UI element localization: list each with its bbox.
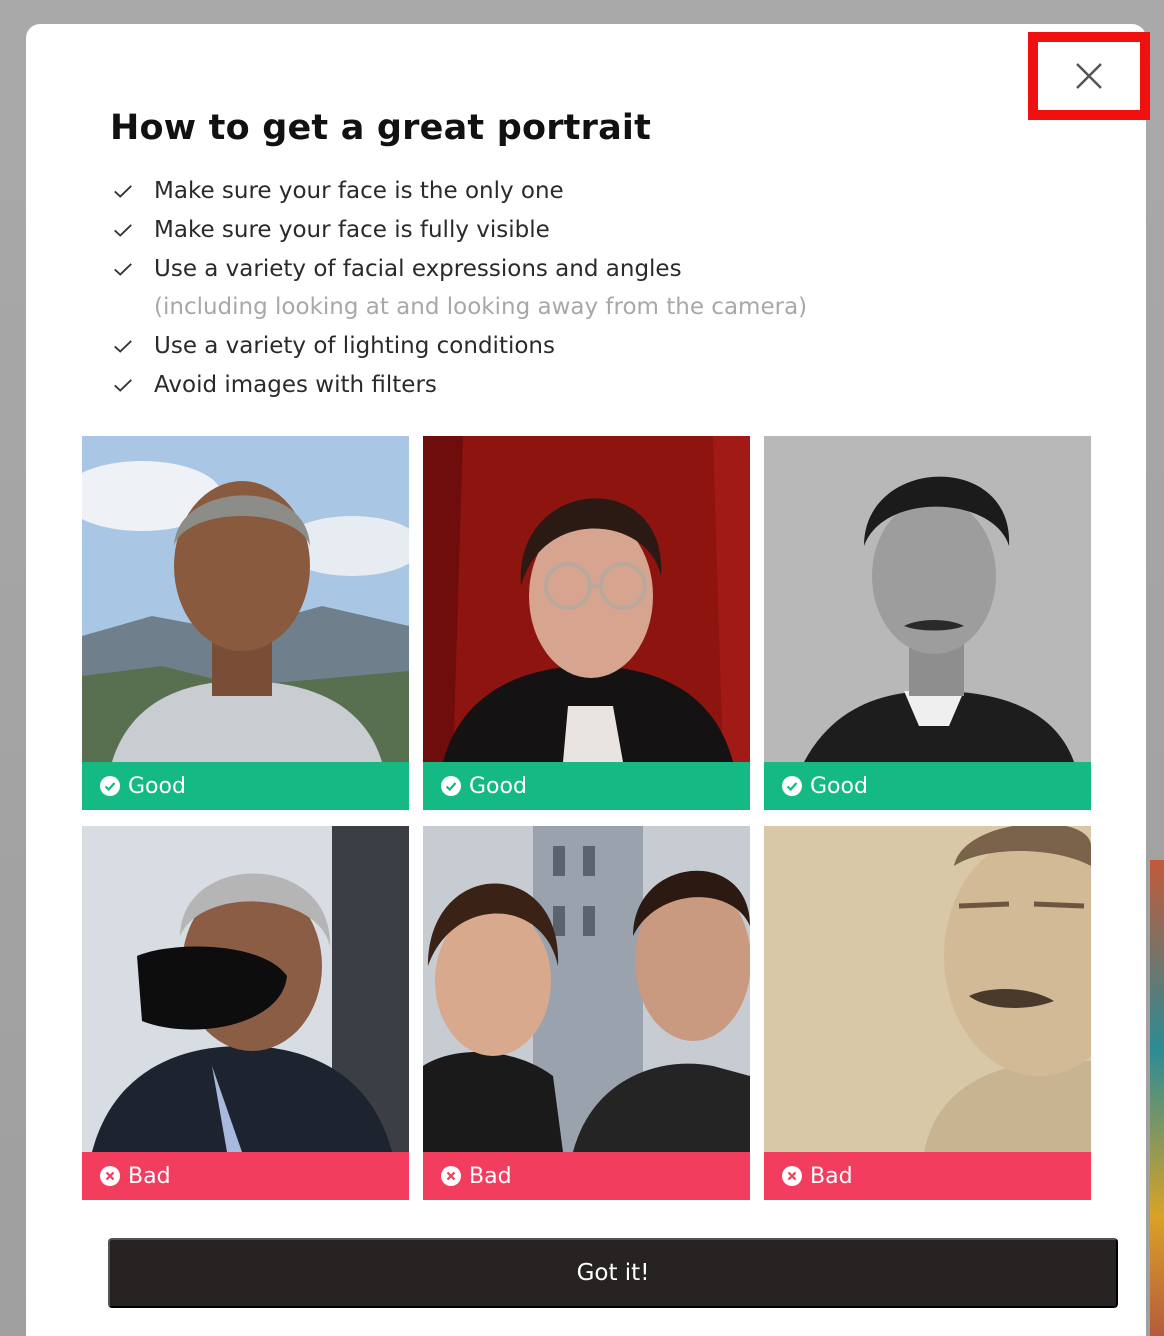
x-circle-icon: [100, 1166, 120, 1186]
checkmark-icon: [112, 254, 138, 284]
status-label: Good: [469, 773, 527, 799]
close-button[interactable]: [1028, 32, 1150, 120]
example-card-bad: Bad: [82, 826, 409, 1200]
portrait-black-and-white-vintage-photo: [764, 436, 1091, 762]
status-label: Bad: [810, 1163, 853, 1189]
example-card-good: Good: [82, 436, 409, 810]
example-card-good: Good: [423, 436, 750, 810]
tip-text: Use a variety of lighting conditions: [154, 333, 555, 359]
tip-item: Make sure your face is the only one: [112, 176, 872, 206]
status-label: Bad: [128, 1163, 171, 1189]
status-badge: Good: [82, 762, 409, 810]
portrait-face-mask-photo: [82, 826, 409, 1152]
status-badge: Good: [764, 762, 1091, 810]
got-it-button[interactable]: Got it!: [108, 1238, 1118, 1308]
portrait-cropped-sepia-photo: [764, 826, 1091, 1152]
status-label: Good: [128, 773, 186, 799]
checkmark-icon: [112, 331, 138, 361]
tip-item: Use a variety of facial expressions and …: [112, 254, 872, 322]
example-card-bad: Bad: [423, 826, 750, 1200]
close-icon: [1076, 63, 1102, 89]
status-badge: Bad: [423, 1152, 750, 1200]
tip-text: Make sure your face is fully visible: [154, 217, 550, 243]
portrait-red-curtain-glasses-photo: [423, 436, 750, 762]
tip-text: Use a variety of facial expressions and …: [154, 256, 682, 282]
modal-title: How to get a great portrait: [110, 108, 652, 148]
portrait-outdoor-mountains-photo: [82, 436, 409, 762]
check-circle-icon: [100, 776, 120, 796]
portrait-two-faces-photo: [423, 826, 750, 1152]
checkmark-icon: [112, 370, 138, 400]
tip-note: (including looking at and looking away f…: [154, 294, 808, 320]
tip-text: Make sure your face is the only one: [154, 178, 564, 204]
example-card-good: Good: [764, 436, 1091, 810]
background-image-edge: [1150, 860, 1164, 1336]
status-badge: Good: [423, 762, 750, 810]
status-label: Bad: [469, 1163, 512, 1189]
x-circle-icon: [441, 1166, 461, 1186]
tip-item: Make sure your face is fully visible: [112, 215, 872, 245]
status-label: Good: [810, 773, 868, 799]
checkmark-icon: [112, 215, 138, 245]
check-circle-icon: [441, 776, 461, 796]
check-circle-icon: [782, 776, 802, 796]
status-badge: Bad: [82, 1152, 409, 1200]
tip-text-with-note: Use a variety of facial expressions and …: [154, 254, 807, 322]
status-badge: Bad: [764, 1152, 1091, 1200]
tip-item: Avoid images with filters: [112, 370, 872, 400]
checkmark-icon: [112, 176, 138, 206]
tips-list: Make sure your face is the only one Make…: [112, 176, 872, 409]
example-card-bad: Bad: [764, 826, 1091, 1200]
tip-text: Avoid images with filters: [154, 372, 437, 398]
x-circle-icon: [782, 1166, 802, 1186]
tip-item: Use a variety of lighting conditions: [112, 331, 872, 361]
